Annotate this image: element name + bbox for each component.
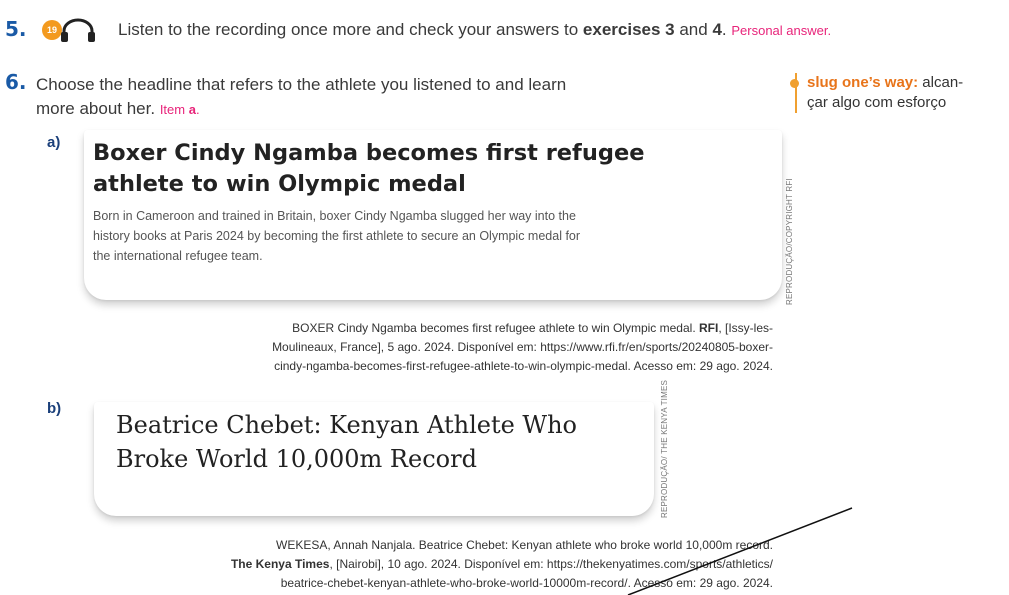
exercise-6-number: 6.: [5, 70, 27, 94]
headline-a-body: Born in Cameroon and trained in Britain,…: [93, 209, 581, 263]
headline-a-title: Boxer Cindy Ngamba becomes first refugee…: [93, 140, 645, 197]
glossary-term: slug one’s way:: [807, 74, 919, 91]
exercise-6-answer: Item a.: [159, 102, 200, 117]
audio-track-badge[interactable]: 19: [36, 17, 102, 43]
exercise-5-answer: Personal answer.: [731, 23, 832, 38]
exercise-5-instruction: Listen to the recording once more and ch…: [118, 20, 832, 39]
reference-a: BOXER Cindy Ngamba becomes first refugee…: [272, 321, 773, 373]
headline-card-a: Boxer Cindy Ngamba becomes first refugee…: [84, 130, 782, 300]
headphones-icon: [61, 18, 95, 42]
pen-stroke-line: [627, 507, 853, 595]
glossary-note: slug one’s way: alcan- çar algo com esfo…: [795, 73, 1009, 113]
item-b-letter: b): [47, 400, 62, 417]
headline-card-b: Beatrice Chebet: Kenyan Athlete Who Brok…: [94, 402, 654, 516]
exercise-5-number: 5.: [5, 17, 27, 41]
headline-b-title: Beatrice Chebet: Kenyan Athlete Who Brok…: [116, 411, 578, 473]
exercise-6-instruction: Choose the headline that refers to the a…: [36, 75, 567, 118]
photo-credit-a: REPRODUÇÃO/COPYRIGHT RFI: [785, 178, 794, 305]
item-a-letter: a): [47, 134, 61, 151]
